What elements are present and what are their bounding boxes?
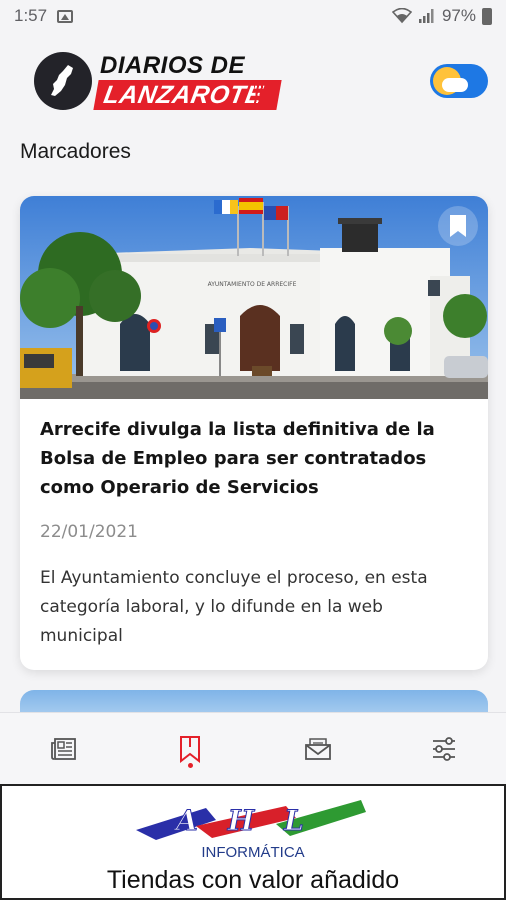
settings-sliders-icon [433,737,455,761]
status-bar: 1:57 97% [0,0,506,32]
cloud-icon [442,78,468,92]
wifi-icon [391,8,412,24]
active-tab-indicator [188,763,193,768]
ahl-logo: AHL [136,800,366,840]
bookmark-icon [180,736,200,763]
tab-contact[interactable] [298,729,338,769]
signal-icon [418,9,434,23]
article-description: El Ayuntamiento concluye el proceso, en … [40,568,428,646]
tab-settings[interactable] [424,729,464,769]
battery-percent: 97% [441,6,476,25]
page-title: Marcadores [20,140,131,163]
logo-text-top: DIARIOS DE [100,52,246,79]
article-date: 22/01/2021 [40,522,138,542]
article-photo: AYUNTAMIENTO DE ARRECIFE [20,196,488,399]
newspaper-icon [51,738,76,760]
building-sign: AYUNTAMIENTO DE ARRECIFE [208,281,297,288]
bookmark-button[interactable] [438,206,478,246]
ad-subtitle: INFORMÁTICA [201,844,305,861]
status-time: 1:57 [14,6,48,25]
ad-brand: AHL [173,804,334,837]
battery-icon [482,7,492,25]
app-header: DIARIOS DE LANZAROTE [0,32,506,132]
article-title[interactable]: Arrecife divulga la lista definitiva de … [40,415,470,502]
lanzarote-island-icon [34,52,92,110]
image-notification-icon [57,9,74,23]
ad-tagline: Tiendas con valor añadido [106,866,400,894]
logo-stripes [254,80,268,110]
bottom-tab-bar [0,712,506,784]
app-logo[interactable]: DIARIOS DE LANZAROTE [34,50,282,112]
bookmark-filled-icon [450,215,466,237]
tab-news[interactable] [44,729,84,769]
weather-toggle[interactable] [430,64,488,98]
mail-icon [305,738,331,760]
ad-banner[interactable]: AHL INFORMÁTICA Tiendas con valor añadid… [0,784,506,900]
article-card[interactable]: AYUNTAMIENTO DE ARRECIFE Arrecife divulg… [20,196,488,670]
